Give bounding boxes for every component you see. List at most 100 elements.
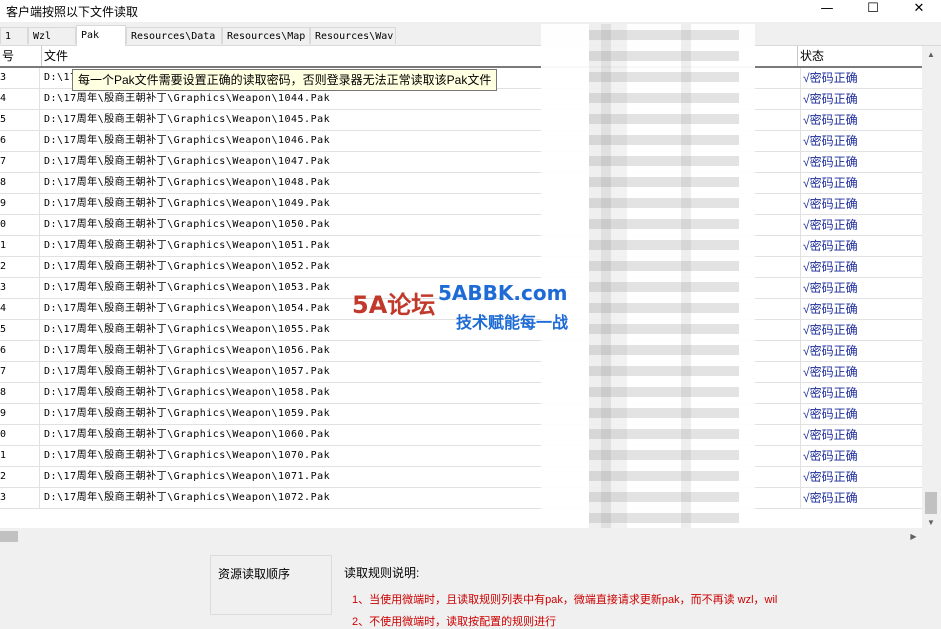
read-rules-label: 读取规则说明: bbox=[344, 566, 420, 580]
row-status: √密码正确 bbox=[800, 131, 920, 151]
tab-resources-wav[interactable]: Resources\Wav bbox=[310, 27, 396, 44]
table-row[interactable]: 5 D:\17周年\殷商王朝补丁\Graphics\Weapon\1045.Pak… bbox=[0, 110, 922, 131]
row-status: √密码正确 bbox=[800, 152, 920, 172]
redacted-area bbox=[541, 24, 755, 544]
row-status: √密码正确 bbox=[800, 341, 920, 361]
row-file-path: D:\17周年\殷商王朝补丁\Graphics\Weapon\1050.Pak bbox=[44, 219, 331, 230]
table-row[interactable]: 4 D:\17周年\殷商王朝补丁\Graphics\Weapon\1044.Pak… bbox=[0, 89, 922, 110]
header-no[interactable]: 号 bbox=[0, 46, 42, 66]
read-rules-panel: 读取规则说明: 1、当使用微端时，且读取规则列表中有pak，微端直接请求更新pa… bbox=[336, 555, 941, 628]
pak-file-grid[interactable]: 号 文件 状态 3 D:\17周年\殷商王朝补丁\Graphics\Weapon\… bbox=[0, 46, 922, 531]
row-file-path: D:\17周年\殷商王朝补丁\Graphics\Weapon\1057.Pak bbox=[44, 366, 331, 377]
row-file-path: D:\17周年\殷商王朝补丁\Graphics\Weapon\1048.Pak bbox=[44, 177, 331, 188]
row-file-path: D:\17周年\殷商王朝补丁\Graphics\Weapon\1055.Pak bbox=[44, 324, 331, 335]
table-row[interactable]: 9 D:\17周年\殷商王朝补丁\Graphics\Weapon\1049.Pak… bbox=[0, 194, 922, 215]
row-status: √密码正确 bbox=[800, 299, 920, 319]
row-status: √密码正确 bbox=[800, 110, 920, 130]
horizontal-scrollbar[interactable]: ▶ bbox=[0, 528, 922, 545]
row-file-path: D:\17周年\殷商王朝补丁\Graphics\Weapon\1072.Pak bbox=[44, 492, 331, 503]
tab-resources-data[interactable]: Resources\Data bbox=[126, 27, 222, 44]
title-bar: 客户端按照以下文件读取 — ☐ ✕ bbox=[0, 0, 941, 22]
tooltip: 每一个Pak文件需要设置正确的读取密码，否则登录器无法正常读取该Pak文件 bbox=[72, 69, 498, 91]
rule-line-1: 1、当使用微端时，且读取规则列表中有pak，微端直接请求更新pak，而不再读 w… bbox=[352, 594, 778, 606]
table-row[interactable]: 5 D:\17周年\殷商王朝补丁\Graphics\Weapon\1055.Pak… bbox=[0, 320, 922, 341]
row-number: 7 bbox=[0, 362, 40, 382]
row-number: 5 bbox=[0, 320, 40, 340]
tab-1[interactable]: 1 bbox=[0, 27, 28, 44]
row-number: 6 bbox=[0, 341, 40, 361]
table-row[interactable]: 4 D:\17周年\殷商王朝补丁\Graphics\Weapon\1054.Pak… bbox=[0, 299, 922, 320]
row-status: √密码正确 bbox=[800, 362, 920, 382]
row-status: √密码正确 bbox=[800, 467, 920, 487]
row-status: √密码正确 bbox=[800, 425, 920, 445]
table-row[interactable]: 2 D:\17周年\殷商王朝补丁\Graphics\Weapon\1052.Pak… bbox=[0, 257, 922, 278]
table-row[interactable]: 8 D:\17周年\殷商王朝补丁\Graphics\Weapon\1048.Pak… bbox=[0, 173, 922, 194]
horizontal-scroll-thumb[interactable] bbox=[0, 531, 18, 542]
row-status: √密码正确 bbox=[800, 404, 920, 424]
row-number: 7 bbox=[0, 152, 40, 172]
rule-line-2: 2、不使用微端时，读取按配置的规则进行 bbox=[352, 616, 557, 628]
row-number: 5 bbox=[0, 110, 40, 130]
row-file-path: D:\17周年\殷商王朝补丁\Graphics\Weapon\1060.Pak bbox=[44, 429, 331, 440]
row-status: √密码正确 bbox=[800, 215, 920, 235]
row-file-path: D:\17周年\殷商王朝补丁\Graphics\Weapon\1047.Pak bbox=[44, 156, 331, 167]
read-order-panel: 资源读取顺序 bbox=[210, 555, 332, 615]
row-status: √密码正确 bbox=[800, 173, 920, 193]
row-status: √密码正确 bbox=[800, 383, 920, 403]
row-number: 3 bbox=[0, 488, 40, 508]
row-number: 3 bbox=[0, 68, 40, 88]
row-file-path: D:\17周年\殷商王朝补丁\Graphics\Weapon\1051.Pak bbox=[44, 240, 331, 251]
minimize-button[interactable]: — bbox=[804, 0, 850, 20]
row-status: √密码正确 bbox=[800, 257, 920, 277]
row-file-path: D:\17周年\殷商王朝补丁\Graphics\Weapon\1070.Pak bbox=[44, 450, 331, 461]
row-number: 3 bbox=[0, 278, 40, 298]
table-row[interactable]: 0 D:\17周年\殷商王朝补丁\Graphics\Weapon\1050.Pak… bbox=[0, 215, 922, 236]
row-file-path: D:\17周年\殷商王朝补丁\Graphics\Weapon\1058.Pak bbox=[44, 387, 331, 398]
row-file-path: D:\17周年\殷商王朝补丁\Graphics\Weapon\1071.Pak bbox=[44, 471, 331, 482]
row-status: √密码正确 bbox=[800, 68, 920, 88]
table-row[interactable]: 1 D:\17周年\殷商王朝补丁\Graphics\Weapon\1070.Pak… bbox=[0, 446, 922, 467]
row-number: 8 bbox=[0, 383, 40, 403]
vertical-scroll-thumb[interactable] bbox=[925, 492, 937, 514]
scroll-down-icon[interactable]: ▼ bbox=[922, 514, 940, 531]
grid-header: 号 文件 状态 bbox=[0, 46, 922, 68]
row-file-path: D:\17周年\殷商王朝补丁\Graphics\Weapon\1056.Pak bbox=[44, 345, 331, 356]
row-status: √密码正确 bbox=[800, 488, 920, 508]
tab-pak[interactable]: Pak bbox=[76, 25, 126, 46]
row-status: √密码正确 bbox=[800, 194, 920, 214]
row-number: 1 bbox=[0, 446, 40, 466]
table-row[interactable]: 7 D:\17周年\殷商王朝补丁\Graphics\Weapon\1047.Pak… bbox=[0, 152, 922, 173]
table-row[interactable]: 7 D:\17周年\殷商王朝补丁\Graphics\Weapon\1057.Pak… bbox=[0, 362, 922, 383]
vertical-scrollbar[interactable]: ▲ ▼ bbox=[922, 46, 940, 531]
row-status: √密码正确 bbox=[800, 320, 920, 340]
row-number: 8 bbox=[0, 173, 40, 193]
table-row[interactable]: 2 D:\17周年\殷商王朝补丁\Graphics\Weapon\1071.Pak… bbox=[0, 467, 922, 488]
maximize-button[interactable]: ☐ bbox=[850, 0, 896, 20]
table-row[interactable]: 6 D:\17周年\殷商王朝补丁\Graphics\Weapon\1056.Pak… bbox=[0, 341, 922, 362]
close-button[interactable]: ✕ bbox=[896, 0, 941, 20]
header-status[interactable]: 状态 bbox=[798, 46, 922, 66]
row-number: 2 bbox=[0, 467, 40, 487]
row-file-path: D:\17周年\殷商王朝补丁\Graphics\Weapon\1054.Pak bbox=[44, 303, 331, 314]
read-order-label: 资源读取顺序 bbox=[218, 567, 291, 581]
scroll-up-icon[interactable]: ▲ bbox=[922, 46, 940, 63]
scroll-right-icon[interactable]: ▶ bbox=[905, 528, 922, 545]
table-row[interactable]: 8 D:\17周年\殷商王朝补丁\Graphics\Weapon\1058.Pak… bbox=[0, 383, 922, 404]
row-status: √密码正确 bbox=[800, 446, 920, 466]
table-row[interactable]: 3 D:\17周年\殷商王朝补丁\Graphics\Weapon\1072.Pak… bbox=[0, 488, 922, 509]
row-file-path: D:\17周年\殷商王朝补丁\Graphics\Weapon\1044.Pak bbox=[44, 93, 331, 104]
row-file-path: D:\17周年\殷商王朝补丁\Graphics\Weapon\1052.Pak bbox=[44, 261, 331, 272]
table-row[interactable]: 1 D:\17周年\殷商王朝补丁\Graphics\Weapon\1051.Pak… bbox=[0, 236, 922, 257]
row-number: 9 bbox=[0, 404, 40, 424]
window-title: 客户端按照以下文件读取 bbox=[6, 5, 139, 19]
table-row[interactable]: 6 D:\17周年\殷商王朝补丁\Graphics\Weapon\1046.Pak… bbox=[0, 131, 922, 152]
tab-strip: 1 Wzl Pak Resources\Data Resources\Map R… bbox=[0, 25, 941, 46]
table-row[interactable]: 3 D:\17周年\殷商王朝补丁\Graphics\Weapon\1053.Pak… bbox=[0, 278, 922, 299]
tab-wzl[interactable]: Wzl bbox=[28, 27, 76, 44]
table-row[interactable]: 9 D:\17周年\殷商王朝补丁\Graphics\Weapon\1059.Pak… bbox=[0, 404, 922, 425]
row-number: 4 bbox=[0, 299, 40, 319]
tab-resources-map[interactable]: Resources\Map bbox=[222, 27, 310, 44]
row-status: √密码正确 bbox=[800, 278, 920, 298]
row-file-path: D:\17周年\殷商王朝补丁\Graphics\Weapon\1059.Pak bbox=[44, 408, 331, 419]
table-row[interactable]: 0 D:\17周年\殷商王朝补丁\Graphics\Weapon\1060.Pak… bbox=[0, 425, 922, 446]
